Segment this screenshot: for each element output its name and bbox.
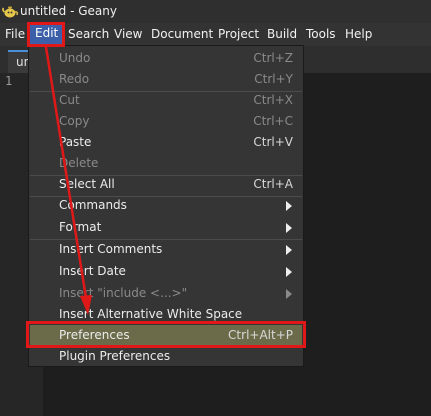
menu-item-label: Plugin Preferences [59, 349, 171, 363]
menu-item-shortcut: Ctrl+Alt+P [228, 328, 293, 342]
menu-item-commands[interactable]: Commands [30, 195, 302, 216]
menu-item-label: Insert Alternative White Space [59, 307, 243, 321]
submenu-arrow-icon [286, 245, 292, 255]
menu-item-label: Insert Date [59, 264, 126, 278]
menu-item-label: Format [59, 220, 102, 234]
submenu-arrow-icon [286, 267, 292, 277]
menu-item-insert-include[interactable]: Insert "include <...>" [30, 283, 302, 304]
menu-item-insert-comments[interactable]: Insert Comments [30, 239, 302, 260]
menu-item-insert-date[interactable]: Insert Date [30, 261, 302, 282]
menu-item-cut[interactable]: Cut Ctrl+X [30, 90, 302, 111]
menu-item-label: Undo [59, 51, 91, 65]
menu-file[interactable]: File [5, 27, 25, 41]
menu-item-label: Insert "include <...>" [59, 286, 188, 300]
submenu-arrow-icon [286, 289, 292, 299]
edit-menu-dropdown: Undo Ctrl+Z Redo Ctrl+Y Cut Ctrl+X Copy … [28, 45, 304, 367]
menu-item-copy[interactable]: Copy Ctrl+C [30, 111, 302, 132]
menu-item-shortcut: Ctrl+V [253, 135, 293, 149]
menu-item-label: Commands [59, 198, 127, 212]
menu-item-label: Redo [59, 72, 90, 86]
menu-item-undo[interactable]: Undo Ctrl+Z [30, 48, 302, 69]
line-number: 1 [5, 74, 13, 88]
menu-item-label: Cut [59, 93, 80, 107]
menu-build[interactable]: Build [267, 27, 297, 41]
menu-item-redo[interactable]: Redo Ctrl+Y [30, 69, 302, 90]
menu-item-label: Delete [59, 156, 99, 170]
menu-edit[interactable]: Edit [30, 23, 62, 44]
menu-bar: File Edit Search View Document Project B… [0, 23, 431, 46]
menu-item-preferences[interactable]: Preferences Ctrl+Alt+P [30, 325, 302, 346]
menu-item-select-all[interactable]: Select All Ctrl+A [30, 174, 302, 195]
menu-item-shortcut: Ctrl+A [253, 177, 293, 191]
menu-tools[interactable]: Tools [306, 27, 336, 41]
window-title: untitled - Geany [20, 4, 117, 18]
menu-document[interactable]: Document [151, 27, 213, 41]
menu-item-shortcut: Ctrl+C [253, 114, 293, 128]
submenu-arrow-icon [286, 201, 292, 211]
geany-window: untitled - Geany File Edit Search View D… [0, 0, 431, 416]
menu-item-plugin-preferences[interactable]: Plugin Preferences [30, 346, 302, 367]
menu-item-shortcut: Ctrl+Y [254, 72, 293, 86]
menu-item-delete[interactable]: Delete [30, 153, 302, 174]
menu-view[interactable]: View [114, 27, 142, 41]
menu-item-format[interactable]: Format [30, 217, 302, 238]
menu-item-paste[interactable]: Paste Ctrl+V [30, 132, 302, 153]
title-bar: untitled - Geany [0, 0, 431, 23]
menu-item-label: Preferences [59, 328, 130, 342]
menu-item-label: Paste [59, 135, 92, 149]
submenu-arrow-icon [286, 223, 292, 233]
menu-item-label: Insert Comments [59, 242, 163, 256]
menu-item-label: Copy [59, 114, 90, 128]
geany-teapot-icon [2, 6, 18, 18]
menu-item-insert-alt-whitespace[interactable]: Insert Alternative White Space [30, 304, 302, 325]
line-number-gutter: 1 [0, 73, 30, 416]
menu-help[interactable]: Help [345, 27, 372, 41]
menu-item-shortcut: Ctrl+X [253, 93, 293, 107]
menu-item-label: Select All [59, 177, 115, 191]
menu-search[interactable]: Search [68, 27, 109, 41]
menu-project[interactable]: Project [218, 27, 259, 41]
menu-item-shortcut: Ctrl+Z [253, 51, 293, 65]
